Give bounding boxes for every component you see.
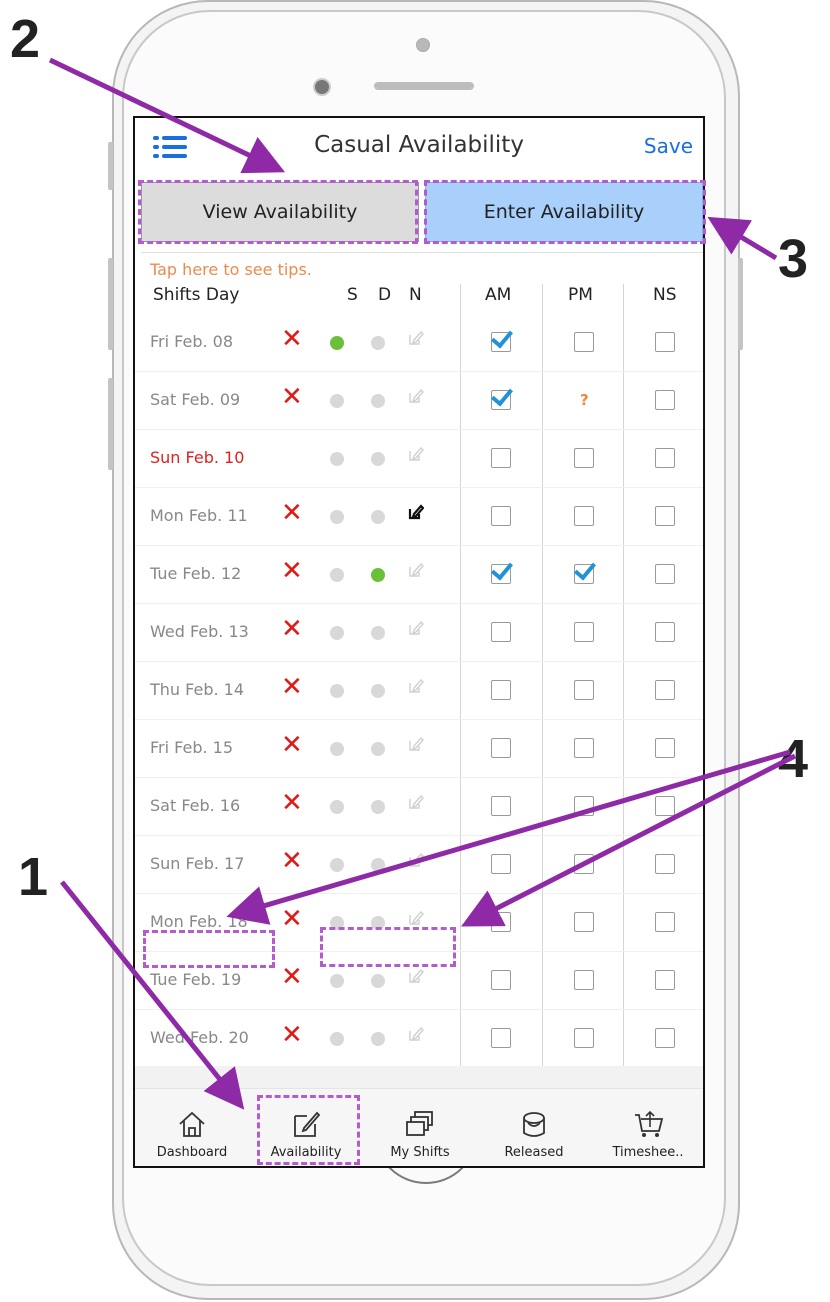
arrow-3 xyxy=(707,216,778,261)
arrow-2 xyxy=(48,57,286,174)
arrow-1 xyxy=(60,880,245,1110)
annotation-arrows xyxy=(48,57,797,1110)
arrow-4b xyxy=(461,753,797,927)
arrow-4a xyxy=(226,749,791,925)
